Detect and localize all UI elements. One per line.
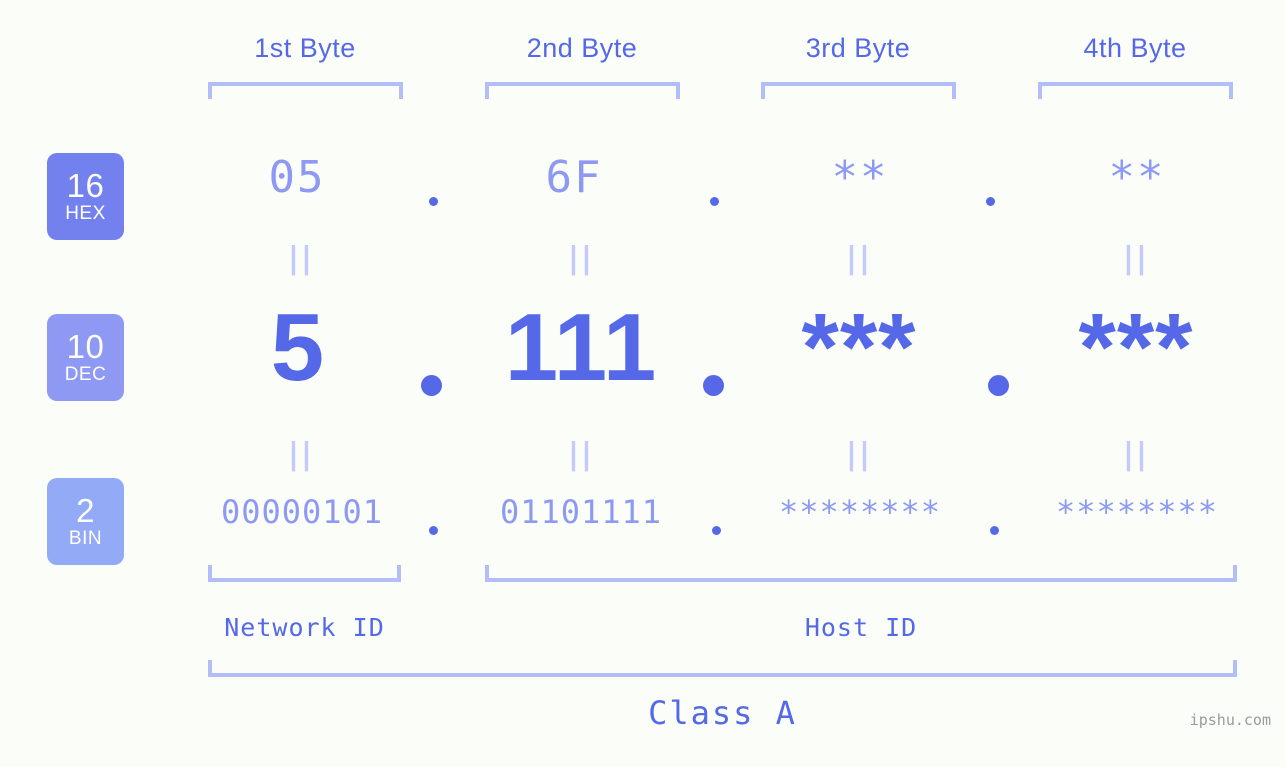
hex-separator-dot-3: [986, 197, 995, 206]
host-id-label: Host ID: [804, 613, 918, 642]
equals-glyph-hex-dec-4: ||: [1123, 241, 1149, 276]
host-id-bracket: [485, 565, 1237, 582]
byte-header-1: 1st Byte: [254, 33, 356, 63]
equals-glyph-dec-bin-3: ||: [846, 437, 872, 472]
network-id-label: Network ID: [224, 613, 385, 642]
ip-address-breakdown-diagram: 1st Byte 2nd Byte 3rd Byte 4th Byte 16 H…: [0, 0, 1285, 767]
network-id-bracket: [208, 565, 401, 582]
byte-header-4: 4th Byte: [1083, 33, 1187, 63]
bin-separator-dot-1: [429, 526, 438, 535]
dec-separator-dot-3: [988, 375, 1009, 396]
radix-badge-hex[interactable]: 16 HEX: [47, 153, 124, 240]
radix-badge-hex-label: HEX: [65, 202, 106, 224]
dec-octet-4: ***: [1078, 294, 1194, 401]
hex-octet-3: **: [831, 152, 889, 203]
bin-separator-dot-2: [712, 526, 721, 535]
hex-separator-dot-2: [710, 197, 719, 206]
site-watermark: ipshu.com: [1189, 711, 1271, 729]
equals-glyph-dec-bin-4: ||: [1123, 437, 1149, 472]
bin-separator-dot-3: [990, 526, 999, 535]
radix-badge-hex-number: 16: [66, 166, 105, 204]
dec-octet-3: ***: [801, 294, 917, 401]
byte-bracket-3: [761, 82, 956, 99]
dec-separator-dot-1: [421, 375, 442, 396]
class-bracket: [208, 660, 1237, 677]
byte-bracket-4: [1038, 82, 1233, 99]
byte-bracket-2: [485, 82, 680, 99]
equals-glyph-hex-dec-3: ||: [846, 241, 872, 276]
radix-badge-bin-number: 2: [76, 491, 95, 529]
equals-glyph-dec-bin-1: ||: [288, 437, 314, 472]
hex-octet-2: 6F: [545, 152, 603, 203]
byte-bracket-1: [208, 82, 403, 99]
bin-octet-1: 00000101: [220, 493, 384, 531]
radix-badge-bin-label: BIN: [68, 527, 103, 549]
equals-glyph-hex-dec-2: ||: [568, 241, 594, 276]
dec-octet-2: 111: [504, 294, 658, 401]
equals-glyph-hex-dec-1: ||: [288, 241, 314, 276]
radix-badge-bin[interactable]: 2 BIN: [47, 478, 124, 565]
radix-badge-dec-number: 10: [66, 327, 105, 365]
radix-badge-dec[interactable]: 10 DEC: [47, 314, 124, 401]
byte-header-2: 2nd Byte: [526, 33, 638, 63]
bin-octet-3: ********: [778, 493, 942, 531]
bin-octet-4: ********: [1055, 493, 1219, 531]
dec-separator-dot-2: [703, 375, 724, 396]
hex-octet-1: 05: [268, 152, 326, 203]
equals-glyph-dec-bin-2: ||: [568, 437, 594, 472]
hex-octet-4: **: [1108, 152, 1166, 203]
class-label: Class A: [648, 694, 797, 732]
byte-header-3: 3rd Byte: [805, 33, 911, 63]
dec-octet-1: 5: [270, 294, 326, 401]
radix-badge-dec-label: DEC: [64, 363, 107, 385]
bin-octet-2: 01101111: [499, 493, 663, 531]
hex-separator-dot-1: [429, 197, 438, 206]
